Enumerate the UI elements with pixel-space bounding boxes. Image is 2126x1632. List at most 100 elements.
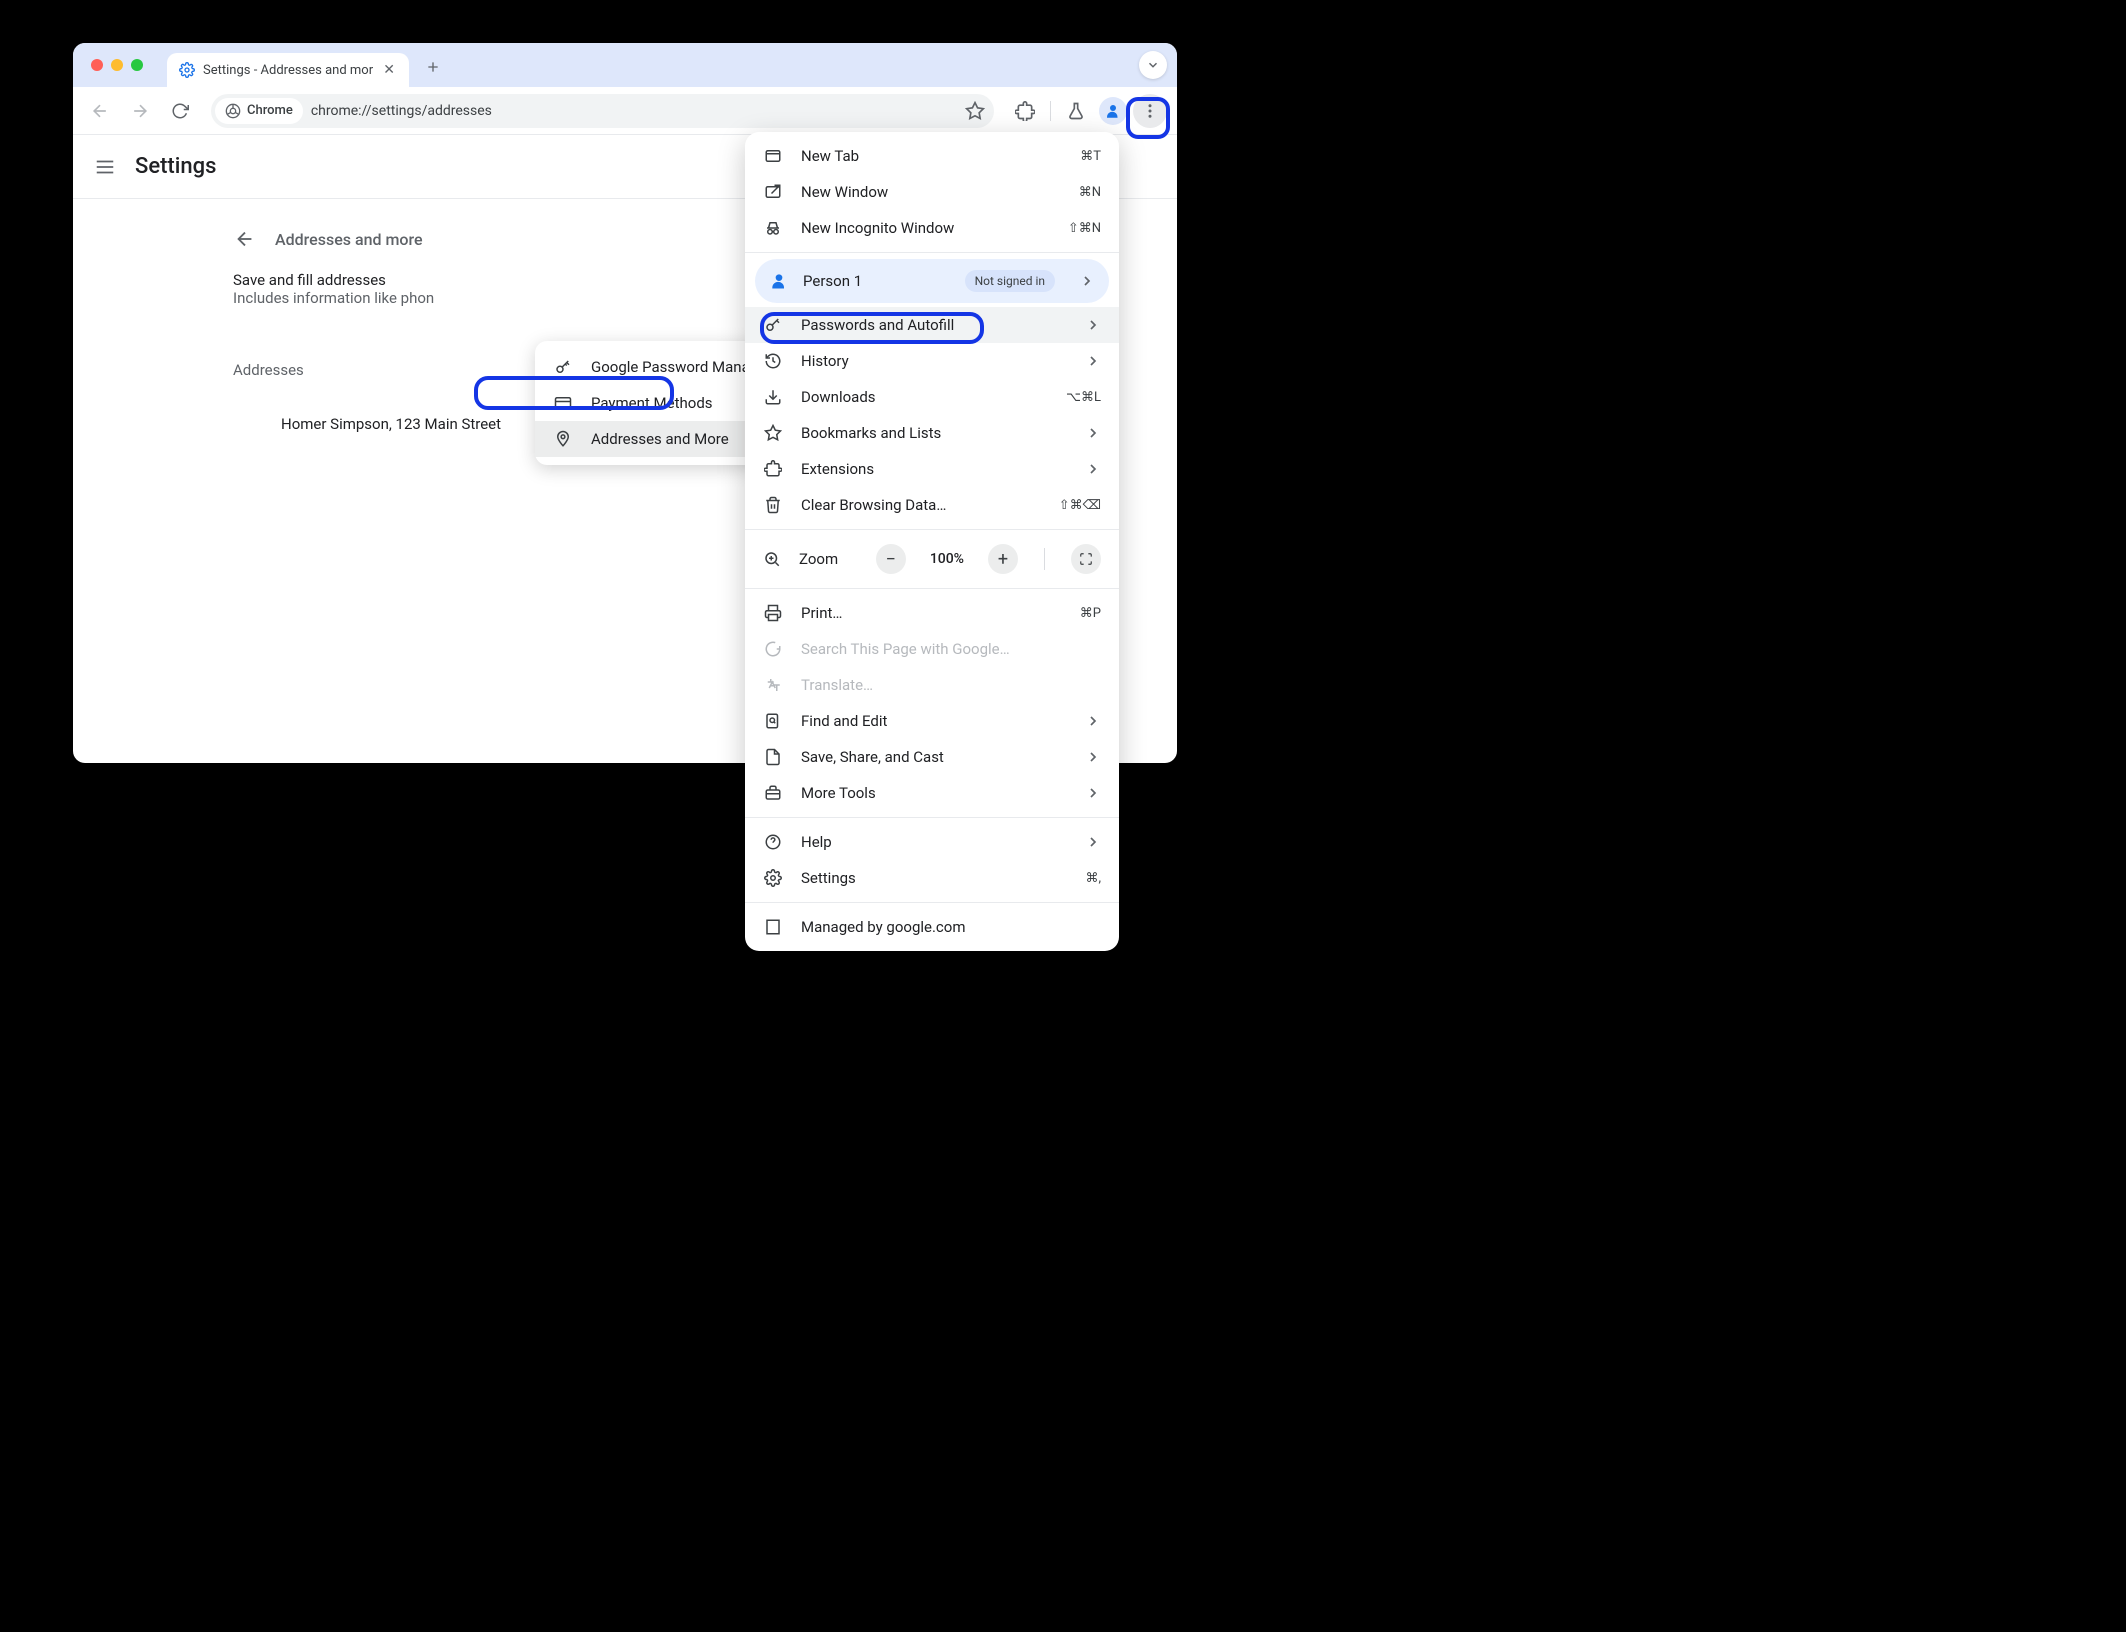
fullscreen-button[interactable] — [1071, 544, 1101, 574]
shortcut: ⌘P — [1080, 606, 1101, 621]
star-icon — [763, 423, 783, 443]
labs-icon[interactable] — [1059, 94, 1093, 128]
forward-button[interactable] — [123, 94, 157, 128]
menu-new-incognito[interactable]: New Incognito Window ⇧⌘N — [745, 210, 1119, 246]
window-icon — [763, 182, 783, 202]
menu-settings[interactable]: Settings ⌘, — [745, 860, 1119, 896]
item-label: New Tab — [801, 147, 859, 165]
menu-zoom-row: Zoom − 100% + — [745, 536, 1119, 582]
puzzle-icon — [763, 459, 783, 479]
chrome-icon — [225, 103, 241, 119]
menu-search-page: Search This Page with Google… — [745, 631, 1119, 667]
tab-icon — [763, 146, 783, 166]
tab-title: Settings - Addresses and mor — [203, 63, 373, 78]
close-window-button[interactable] — [91, 59, 103, 71]
menu-new-window[interactable]: New Window ⌘N — [745, 174, 1119, 210]
item-label: Settings — [801, 869, 856, 887]
download-icon — [763, 387, 783, 407]
chevron-right-icon — [1085, 749, 1101, 765]
chevron-right-icon — [1085, 713, 1101, 729]
menu-print[interactable]: Print… ⌘P — [745, 595, 1119, 631]
close-tab-icon[interactable]: ✕ — [381, 62, 397, 78]
shortcut: ⌘T — [1080, 149, 1101, 164]
menu-more-tools[interactable]: More Tools — [745, 775, 1119, 811]
browser-tab[interactable]: Settings - Addresses and mor ✕ — [167, 53, 409, 87]
shortcut: ⌘, — [1085, 871, 1101, 886]
menu-new-tab[interactable]: New Tab ⌘T — [745, 138, 1119, 174]
menu-history[interactable]: History — [745, 343, 1119, 379]
menu-extensions[interactable]: Extensions — [745, 451, 1119, 487]
credit-card-icon — [553, 393, 573, 413]
site-chip-label: Chrome — [247, 103, 293, 118]
menu-passwords-autofill[interactable]: Passwords and Autofill — [745, 307, 1119, 343]
chevron-right-icon — [1085, 785, 1101, 801]
item-label: Managed by google.com — [801, 918, 966, 936]
item-label: Help — [801, 833, 832, 851]
history-icon — [763, 351, 783, 371]
menu-bookmarks[interactable]: Bookmarks and Lists — [745, 415, 1119, 451]
item-label: Addresses and More — [591, 430, 729, 448]
kebab-menu-button[interactable] — [1133, 94, 1167, 128]
toolbar: Chrome chrome://settings/addresses — [73, 87, 1177, 135]
item-label: New Incognito Window — [801, 219, 954, 237]
page-title: Settings — [135, 154, 216, 179]
zoom-out-button[interactable]: − — [876, 544, 906, 574]
zoom-in-button[interactable]: + — [988, 544, 1018, 574]
item-label: Print… — [801, 604, 842, 622]
chevron-right-icon — [1085, 461, 1101, 477]
incognito-icon — [763, 218, 783, 238]
menu-clear-data[interactable]: Clear Browsing Data… ⇧⌘⌫ — [745, 487, 1119, 523]
menu-profile-row[interactable]: Person 1 Not signed in — [755, 259, 1109, 303]
reload-button[interactable] — [163, 94, 197, 128]
maximize-window-button[interactable] — [131, 59, 143, 71]
printer-icon — [763, 603, 783, 623]
gear-icon — [763, 868, 783, 888]
item-label: More Tools — [801, 784, 876, 802]
item-label: Find and Edit — [801, 712, 887, 730]
item-label: Extensions — [801, 460, 874, 478]
chevron-right-icon — [1085, 834, 1101, 850]
item-label: Downloads — [801, 388, 876, 406]
minimize-window-button[interactable] — [111, 59, 123, 71]
item-label: Bookmarks and Lists — [801, 424, 941, 442]
profile-name: Person 1 — [803, 272, 862, 290]
new-tab-button[interactable] — [419, 53, 447, 81]
location-icon — [553, 429, 573, 449]
window-controls — [91, 59, 143, 71]
shortcut: ⇧⌘⌫ — [1059, 498, 1101, 513]
site-chip[interactable]: Chrome — [215, 98, 303, 124]
shortcut: ⌥⌘L — [1066, 390, 1101, 405]
item-label: New Window — [801, 183, 888, 201]
item-label: Clear Browsing Data… — [801, 496, 946, 514]
menu-save-share-cast[interactable]: Save, Share, and Cast — [745, 739, 1119, 775]
key-icon — [553, 357, 573, 377]
address-bar[interactable]: Chrome chrome://settings/addresses — [211, 94, 994, 128]
chevron-right-icon — [1085, 425, 1101, 441]
chevron-right-icon — [1085, 353, 1101, 369]
extensions-icon[interactable] — [1008, 94, 1042, 128]
trash-icon — [763, 495, 783, 515]
menu-help[interactable]: Help — [745, 824, 1119, 860]
tab-search-button[interactable] — [1139, 51, 1167, 79]
profile-badge: Not signed in — [965, 270, 1055, 292]
chrome-main-menu: New Tab ⌘T New Window ⌘N New Incognito W… — [745, 132, 1119, 951]
item-label: History — [801, 352, 849, 370]
profile-avatar[interactable] — [1099, 97, 1127, 125]
menu-translate: Translate… — [745, 667, 1119, 703]
menu-managed[interactable]: Managed by google.com — [745, 909, 1119, 945]
building-icon — [763, 917, 783, 937]
settings-icon — [179, 62, 195, 78]
zoom-label: Zoom — [799, 550, 838, 568]
menu-find-edit[interactable]: Find and Edit — [745, 703, 1119, 739]
hamburger-icon[interactable] — [93, 155, 117, 179]
translate-icon — [763, 675, 783, 695]
back-button[interactable] — [83, 94, 117, 128]
chevron-right-icon — [1079, 273, 1095, 289]
back-arrow-icon[interactable] — [233, 227, 257, 251]
shortcut: ⌘N — [1079, 185, 1101, 200]
item-label: Passwords and Autofill — [801, 316, 954, 334]
toolbox-icon — [763, 783, 783, 803]
menu-downloads[interactable]: Downloads ⌥⌘L — [745, 379, 1119, 415]
file-icon — [763, 747, 783, 767]
bookmark-star-icon[interactable] — [960, 101, 990, 121]
